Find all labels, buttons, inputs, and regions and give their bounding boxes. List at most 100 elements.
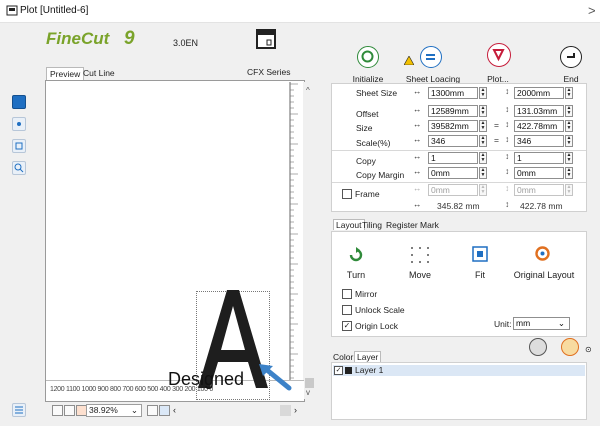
copy-x-spinner[interactable]: ▲ ▼ xyxy=(479,152,487,164)
original-layout-label: Original Layout xyxy=(513,270,575,280)
frame-x-arrow-icon: ↔ xyxy=(413,183,422,193)
frame-y-field[interactable]: 0mm xyxy=(514,184,564,196)
origin-lock-checkbox[interactable]: ✓ xyxy=(342,321,352,331)
initialize-icon[interactable] xyxy=(357,46,379,68)
fit-icon[interactable] xyxy=(472,246,488,262)
list-item[interactable]: ✓ Layer 1 xyxy=(333,365,585,376)
warning-icon xyxy=(404,56,414,65)
window-collapse-icon[interactable]: > xyxy=(588,3,596,18)
sheet-width-spinner[interactable]: ▲ ▼ xyxy=(479,87,487,99)
scale-equal-sign: = xyxy=(494,135,499,145)
hscroll-right-icon[interactable]: › xyxy=(294,405,297,415)
frame-y-spinner[interactable]: ▲ ▼ xyxy=(565,184,573,196)
plot-app-icon xyxy=(6,5,18,16)
turn-icon[interactable] xyxy=(348,247,364,263)
offset-x-field[interactable]: 12589mm xyxy=(428,105,478,117)
copy-margin-y-field[interactable]: 0mm xyxy=(514,167,564,179)
size-width-spinner[interactable]: ▲ ▼ xyxy=(479,120,487,132)
scale-x-spinner[interactable]: ▲ ▼ xyxy=(479,135,487,147)
select-tool-icon[interactable] xyxy=(12,95,26,109)
panel-menu-icon[interactable]: ⊙ xyxy=(585,345,592,354)
frame-x-spinner[interactable]: ▲ ▼ xyxy=(479,184,487,196)
node-tool-icon[interactable] xyxy=(12,117,26,131)
offset-y-field[interactable]: 131.03mm xyxy=(514,105,564,117)
fit-page-button[interactable] xyxy=(52,405,63,416)
offset-y-spinner[interactable]: ▲ ▼ xyxy=(565,105,573,117)
tab-layout[interactable]: Layout xyxy=(333,219,365,230)
divider xyxy=(332,150,586,151)
list-view-icon[interactable] xyxy=(12,403,26,417)
copy-margin-x-field[interactable]: 0mm xyxy=(428,167,478,179)
size-height-spinner[interactable]: ▲ ▼ xyxy=(565,120,573,132)
copy-margin-x-spinner[interactable]: ▲ ▼ xyxy=(479,167,487,179)
device-model-label: CFX Series xyxy=(247,67,291,77)
tab-tiling[interactable]: Tiling xyxy=(362,220,382,230)
title-bar: Plot [Untitled-6] > xyxy=(0,0,600,23)
tab-cut-line[interactable]: Cut Line xyxy=(80,67,118,79)
copy-x-field[interactable]: 1 xyxy=(428,152,478,164)
offset-x-spinner[interactable]: ▲ ▼ xyxy=(479,105,487,117)
zoom-tool-icon[interactable] xyxy=(12,161,26,175)
layer-name: Layer 1 xyxy=(355,365,384,375)
plot-icon[interactable] xyxy=(487,43,511,67)
fit-object-button[interactable] xyxy=(64,405,75,416)
offset-y-arrow-icon: ↕ xyxy=(505,104,510,114)
sheet-loading-icon[interactable] xyxy=(420,46,442,68)
zoom-select[interactable]: 38.92% ⌄ xyxy=(86,404,142,417)
divider xyxy=(332,182,586,183)
total-w-arrow-icon: ↔ xyxy=(413,199,422,209)
frame-checkbox[interactable] xyxy=(342,189,352,199)
copy-y-spinner[interactable]: ▲ ▼ xyxy=(565,152,573,164)
turn-label: Turn xyxy=(346,270,366,280)
zoom-in-button[interactable] xyxy=(159,405,170,416)
sheet-width-field[interactable]: 1300mm xyxy=(428,87,478,99)
finecut-logo: FineCut 9 xyxy=(46,28,135,49)
tab-color[interactable]: Color xyxy=(333,352,353,362)
size-width-field[interactable]: 39582mm xyxy=(428,120,478,132)
fit-label: Fit xyxy=(475,270,485,280)
layer-color-icon[interactable] xyxy=(561,338,579,356)
sheet-height-spinner[interactable]: ▲ ▼ xyxy=(565,87,573,99)
copy-y-field[interactable]: 1 xyxy=(514,152,564,164)
hscroll-left-icon[interactable]: ‹ xyxy=(173,405,176,415)
height-arrow-icon: ↕ xyxy=(505,86,510,96)
plotter-device-icon xyxy=(256,29,276,49)
move-icon[interactable] xyxy=(408,245,432,265)
hscroll-thumb[interactable] xyxy=(280,405,291,416)
hand-tool-icon[interactable] xyxy=(12,139,26,153)
mirror-checkbox[interactable] xyxy=(342,289,352,299)
layer-star-icon[interactable] xyxy=(529,338,547,356)
offset-label: Offset xyxy=(356,109,379,119)
end-icon[interactable] xyxy=(560,46,582,68)
copy-x-arrow-icon: ↔ xyxy=(413,151,422,161)
tab-preview[interactable]: Preview xyxy=(46,67,85,80)
scale-y-spinner[interactable]: ▲ ▼ xyxy=(565,135,573,147)
original-layout-icon[interactable] xyxy=(534,245,551,262)
size-h-arrow-icon: ↕ xyxy=(505,119,510,129)
frame-y-arrow-icon: ↕ xyxy=(505,183,510,193)
svg-text:FineCut: FineCut xyxy=(46,29,111,48)
blue-arrow-icon xyxy=(259,364,292,391)
scale-y-field[interactable]: 346 xyxy=(514,135,564,147)
unlock-scale-checkbox[interactable] xyxy=(342,305,352,315)
offset-x-arrow-icon: ↔ xyxy=(413,104,422,114)
size-label: Size xyxy=(356,123,373,133)
tab-layer[interactable]: Layer xyxy=(354,351,382,362)
size-height-field[interactable]: 422.78mm xyxy=(514,120,564,132)
vertical-scrollbar[interactable]: ^ v xyxy=(303,82,316,399)
copy-margin-y-spinner[interactable]: ▲ ▼ xyxy=(565,167,573,179)
size-w-arrow-icon: ↔ xyxy=(413,119,422,129)
tab-register-mark[interactable]: Register Mark xyxy=(386,220,439,230)
vertical-ruler xyxy=(289,82,298,380)
size-equal-sign: = xyxy=(494,120,499,130)
origin-lock-label: Origin Lock xyxy=(355,321,398,331)
layer-visible-checkbox[interactable]: ✓ xyxy=(334,366,343,375)
scale-x-field[interactable]: 346 xyxy=(428,135,478,147)
sheet-height-field[interactable]: 2000mm xyxy=(514,87,564,99)
copy-y-arrow-icon: ↕ xyxy=(505,151,510,161)
margin-y-arrow-icon: ↕ xyxy=(505,166,510,176)
scale-x-arrow-icon: ↔ xyxy=(413,134,422,144)
frame-x-field[interactable]: 0mm xyxy=(428,184,478,196)
unit-select[interactable]: mm ⌄ xyxy=(513,317,570,330)
zoom-out-button[interactable] xyxy=(147,405,158,416)
